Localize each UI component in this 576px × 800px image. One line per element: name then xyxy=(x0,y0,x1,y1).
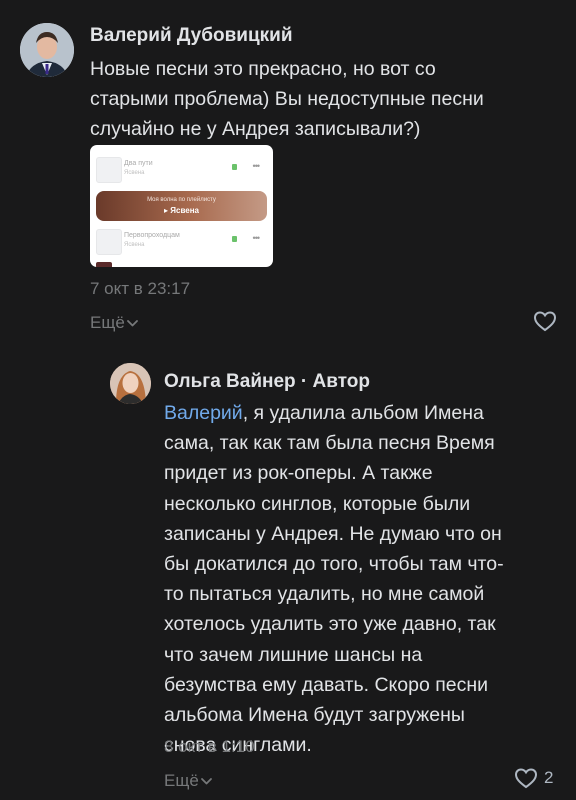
text-line: бы докатился до того, чтобы там что- xyxy=(164,553,504,576)
heart-icon xyxy=(514,768,538,789)
text-line: придет из рок-оперы. А также xyxy=(164,462,433,485)
attached-image[interactable]: Два пути Ясвена ••• Моя волна по плейлис… xyxy=(90,145,273,267)
like-button[interactable]: 2 xyxy=(514,767,553,789)
text-line: несколько синглов, которые были xyxy=(164,492,471,515)
comment-date[interactable]: 7 окт в 23:17 xyxy=(90,279,190,299)
track-artist: Ясвена xyxy=(124,242,145,248)
track-title: Два пути xyxy=(124,160,153,167)
like-count: 2 xyxy=(544,768,554,787)
text-line: хотелось удалить это уже давно, так xyxy=(164,613,496,636)
more-label: Ещё xyxy=(90,313,125,332)
chevron-down-icon xyxy=(126,320,138,327)
track-cover-icon xyxy=(96,157,122,183)
like-button[interactable] xyxy=(533,310,557,332)
wave-banner: Моя волна по плейлисту ▸ Ясвена xyxy=(96,191,267,221)
more-dots-icon: ••• xyxy=(252,161,261,171)
download-icon xyxy=(232,164,237,170)
thumbnail-corner xyxy=(96,262,112,267)
more-button[interactable]: Ещё xyxy=(164,771,213,791)
text-line: то пытаться удалить, но мне самой xyxy=(164,583,485,606)
text-line: сама, так как там была песня Время xyxy=(164,432,495,455)
avatar-photo-icon xyxy=(110,363,151,404)
chevron-down-icon xyxy=(200,778,212,785)
comment-valery: Валерий Дубовицкий Новые песни это прекр… xyxy=(0,0,576,345)
comment-date[interactable]: 8 окт в 1:10 xyxy=(164,737,255,757)
text-line: записаны у Андрея. Не думаю что он xyxy=(164,522,502,545)
comment-text: Валерий, я удалила альбом Имена сама, та… xyxy=(164,398,564,760)
avatar[interactable] xyxy=(20,23,74,77)
download-icon xyxy=(232,236,237,242)
text-line: случайно не у Андрея записывали?) xyxy=(90,118,421,141)
track-row: Два пути Ясвена ••• xyxy=(96,157,267,183)
text-line: Новые песни это прекрасно, но вот со xyxy=(90,58,436,80)
text-line: безумства ему давать. Скоро песни xyxy=(164,673,489,696)
track-row: Первопроходцам Ясвена ••• xyxy=(96,229,267,255)
author-name[interactable]: Ольга Вайнер xyxy=(164,371,296,392)
wave-play: ▸ Ясвена xyxy=(164,206,199,215)
text-line: что зачем лишние шансы на xyxy=(164,643,423,666)
avatar-photo-icon xyxy=(20,23,74,77)
wave-caption: Моя волна по плейлисту xyxy=(147,197,216,203)
more-dots-icon: ••• xyxy=(252,233,261,243)
comment-text: Новые песни это прекрасно, но вот со ста… xyxy=(90,54,560,145)
more-label: Ещё xyxy=(164,771,199,790)
mention-link[interactable]: Валерий xyxy=(164,402,243,424)
text-line: альбома Имена будут загружены xyxy=(164,704,465,727)
track-cover-icon xyxy=(96,229,122,255)
author-role: · Автор xyxy=(295,371,370,392)
track-artist: Ясвена xyxy=(124,170,145,176)
text-line: старыми проблема) Вы недоступные песни xyxy=(90,88,484,111)
more-button[interactable]: Ещё xyxy=(90,313,139,333)
comment-author[interactable]: Ольга Вайнер · Автор xyxy=(164,371,370,393)
avatar[interactable] xyxy=(110,363,151,404)
track-title: Первопроходцам xyxy=(124,232,180,239)
comment-author[interactable]: Валерий Дубовицкий xyxy=(90,25,293,47)
text-line: Валерий, я удалила альбом Имена xyxy=(164,402,484,424)
comment-olga: Ольга Вайнер · Автор Валерий, я удалила … xyxy=(0,345,576,800)
heart-icon xyxy=(533,311,557,332)
